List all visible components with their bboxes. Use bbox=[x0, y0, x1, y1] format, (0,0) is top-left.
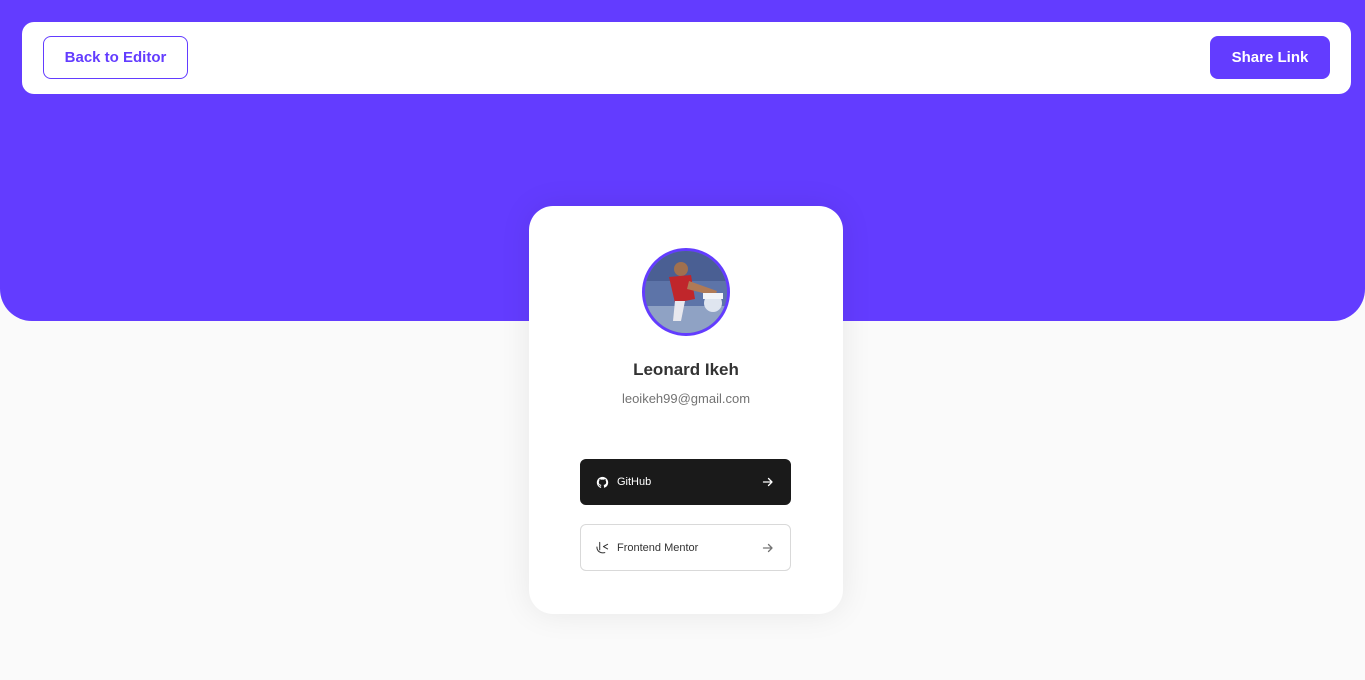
back-to-editor-button[interactable]: Back to Editor bbox=[43, 36, 188, 79]
profile-photo bbox=[645, 251, 727, 333]
link-frontend-mentor[interactable]: Frontend Mentor bbox=[580, 524, 791, 571]
profile-name: Leonard Ikeh bbox=[633, 360, 739, 379]
link-label: GitHub bbox=[617, 476, 652, 488]
link-label: Frontend Mentor bbox=[617, 541, 699, 554]
link-github[interactable]: GitHub bbox=[580, 459, 791, 505]
top-navbar: Back to Editor Share Link bbox=[22, 22, 1351, 94]
profile-card: Leonard Ikeh leoikeh99@gmail.com GitHub … bbox=[529, 206, 843, 614]
arrow-right-icon bbox=[762, 542, 774, 554]
github-icon bbox=[596, 476, 609, 489]
arrow-right-icon bbox=[762, 476, 774, 488]
frontend-mentor-icon bbox=[596, 541, 609, 554]
avatar bbox=[642, 248, 730, 336]
share-link-button[interactable]: Share Link bbox=[1210, 36, 1330, 79]
profile-email: leoikeh99@gmail.com bbox=[621, 391, 751, 406]
